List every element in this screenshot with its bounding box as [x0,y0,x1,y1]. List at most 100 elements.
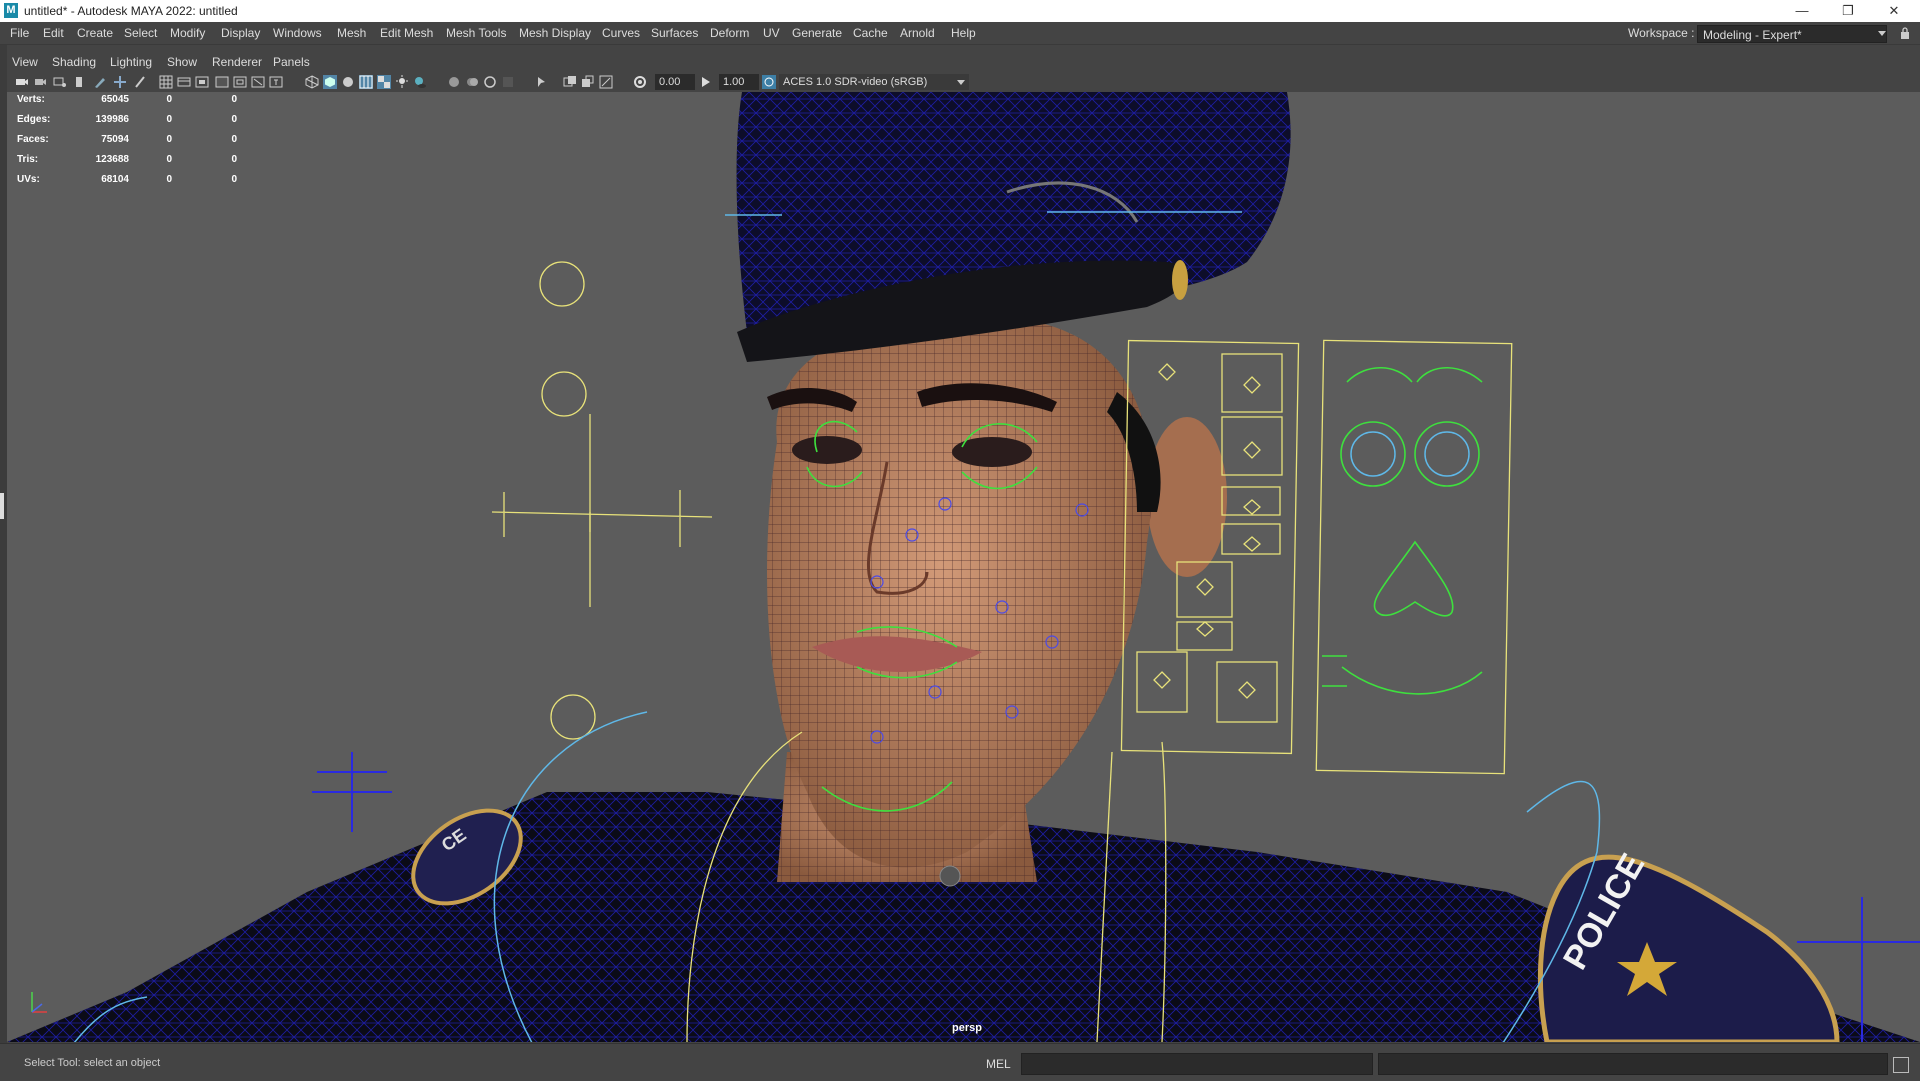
wireframe-on-shaded-icon[interactable] [359,75,373,89]
panel-menu-lighting[interactable]: Lighting [110,55,152,69]
menu-cache[interactable]: Cache [853,26,888,40]
main-menu-bar: File Edit Create Select Modify Display W… [0,22,1920,45]
restore-icon[interactable]: ❐ [1826,0,1870,22]
menu-create[interactable]: Create [77,26,113,40]
viewport-scene[interactable]: CE POLICE [7,92,1920,1042]
camera-attributes-icon[interactable] [34,75,48,89]
textured-icon[interactable] [377,75,391,89]
chest-control-circle[interactable] [550,694,596,740]
isolate-select-icon[interactable] [535,75,549,89]
close-icon[interactable]: ✕ [1872,0,1916,22]
hud-value: 0 [231,134,237,145]
face-slider-7[interactable] [1216,661,1278,723]
field-chart-icon[interactable] [233,75,247,89]
menu-deform[interactable]: Deform [710,26,749,40]
panel-eye-right-inner[interactable] [1424,431,1470,477]
menu-file[interactable]: File [10,26,29,40]
menu-curves[interactable]: Curves [602,26,640,40]
face-panel-right[interactable] [1315,339,1513,775]
panel-toolbar: 0.00 1.00 ACES 1.0 SDR-video (sRGB) [7,72,1920,92]
menu-generate[interactable]: Generate [792,26,842,40]
right-eye [952,437,1032,467]
xray-joints-icon[interactable] [599,75,613,89]
panel-brow-left[interactable] [1346,366,1413,383]
lights-icon[interactable] [395,75,409,89]
menu-windows[interactable]: Windows [273,26,322,40]
hud-value: 0 [231,114,237,125]
exposure-field[interactable]: 0.00 [655,74,695,90]
lock-icon[interactable] [1900,27,1910,39]
xray-active-icon[interactable] [581,75,595,89]
toolbox-handle[interactable] [0,493,4,519]
panel-menu-view[interactable]: View [12,55,38,69]
safe-action-icon[interactable] [251,75,265,89]
panel-menu-renderer[interactable]: Renderer [212,55,262,69]
workspace-dropdown[interactable]: Modeling - Expert* [1697,25,1887,43]
collar-button [939,865,961,887]
menu-select[interactable]: Select [124,26,157,40]
menu-help[interactable]: Help [951,26,976,40]
wireframe-icon[interactable] [305,75,319,89]
menu-mesh-tools[interactable]: Mesh Tools [446,26,506,40]
gamma-icon[interactable] [699,75,713,89]
ik-cross-left[interactable] [312,752,392,832]
hud-value: 65045 [101,94,129,105]
panel-mouth[interactable] [1341,666,1483,695]
exposure-icon[interactable] [633,75,647,89]
chevron-down-icon[interactable] [1878,31,1886,36]
gate-mask-icon[interactable] [215,75,229,89]
menu-surfaces[interactable]: Surfaces [651,26,698,40]
head-control-circle[interactable] [539,261,585,307]
motion-blur-icon[interactable] [465,75,479,89]
menu-edit[interactable]: Edit [43,26,64,40]
view-transform-dropdown[interactable]: ACES 1.0 SDR-video (sRGB) [779,74,969,90]
screen-space-ao-icon[interactable] [447,75,461,89]
film-gate-icon[interactable] [177,75,191,89]
menu-edit-mesh[interactable]: Edit Mesh [380,26,433,40]
grease-pencil-icon[interactable] [93,75,107,89]
persp-viewport[interactable]: CE POLICE Verts: 65045 0 0 Edges: 139986… [7,92,1920,1042]
bookmarks-icon[interactable] [53,75,67,89]
menu-arnold[interactable]: Arnold [900,26,935,40]
panel-brow-right[interactable] [1416,366,1483,383]
chevron-down-icon[interactable] [957,80,965,85]
minimize-icon[interactable]: — [1780,0,1824,22]
depth-of-field-icon[interactable] [501,75,515,89]
menu-modify[interactable]: Modify [170,26,205,40]
script-editor-icon[interactable] [1893,1057,1909,1073]
menu-display[interactable]: Display [221,26,260,40]
neck-control-circle[interactable] [541,371,587,417]
panel-nose[interactable] [1373,540,1454,617]
face-slider-8[interactable] [1136,651,1188,713]
face-slider-2[interactable] [1221,416,1283,476]
resolution-gate-icon[interactable] [195,75,209,89]
smooth-shade-icon[interactable] [323,75,337,89]
command-line-input[interactable] [1021,1053,1373,1075]
gamma-field[interactable]: 1.00 [719,74,759,90]
grease-pencil-tool-icon[interactable] [133,75,147,89]
default-material-icon[interactable] [341,75,355,89]
panel-mouth-corner[interactable] [1322,655,1347,687]
left-toolbox-strip [0,45,7,1045]
menu-mesh[interactable]: Mesh [337,26,366,40]
grid-icon[interactable] [159,75,173,89]
face-slider-1[interactable] [1221,353,1283,413]
menu-mesh-display[interactable]: Mesh Display [519,26,591,40]
color-management-icon[interactable] [762,75,776,89]
command-language-toggle[interactable]: MEL [986,1057,1011,1071]
panel-eye-left-inner[interactable] [1350,431,1396,477]
shadows-icon[interactable] [413,75,427,89]
safe-title-icon[interactable] [269,75,283,89]
image-plane-icon[interactable] [73,75,87,89]
hud-label: Tris: [17,154,39,165]
panel-menu-panels[interactable]: Panels [273,55,310,69]
shoulder-control-cross[interactable] [491,490,713,547]
2d-pan-zoom-icon[interactable] [113,75,127,89]
anti-aliasing-icon[interactable] [483,75,497,89]
menu-uv[interactable]: UV [763,26,780,40]
panel-menu-shading[interactable]: Shading [52,55,96,69]
select-camera-icon[interactable] [15,75,29,89]
xray-icon[interactable] [563,75,577,89]
panel-menu-show[interactable]: Show [167,55,197,69]
hud-value: 68104 [101,174,129,185]
